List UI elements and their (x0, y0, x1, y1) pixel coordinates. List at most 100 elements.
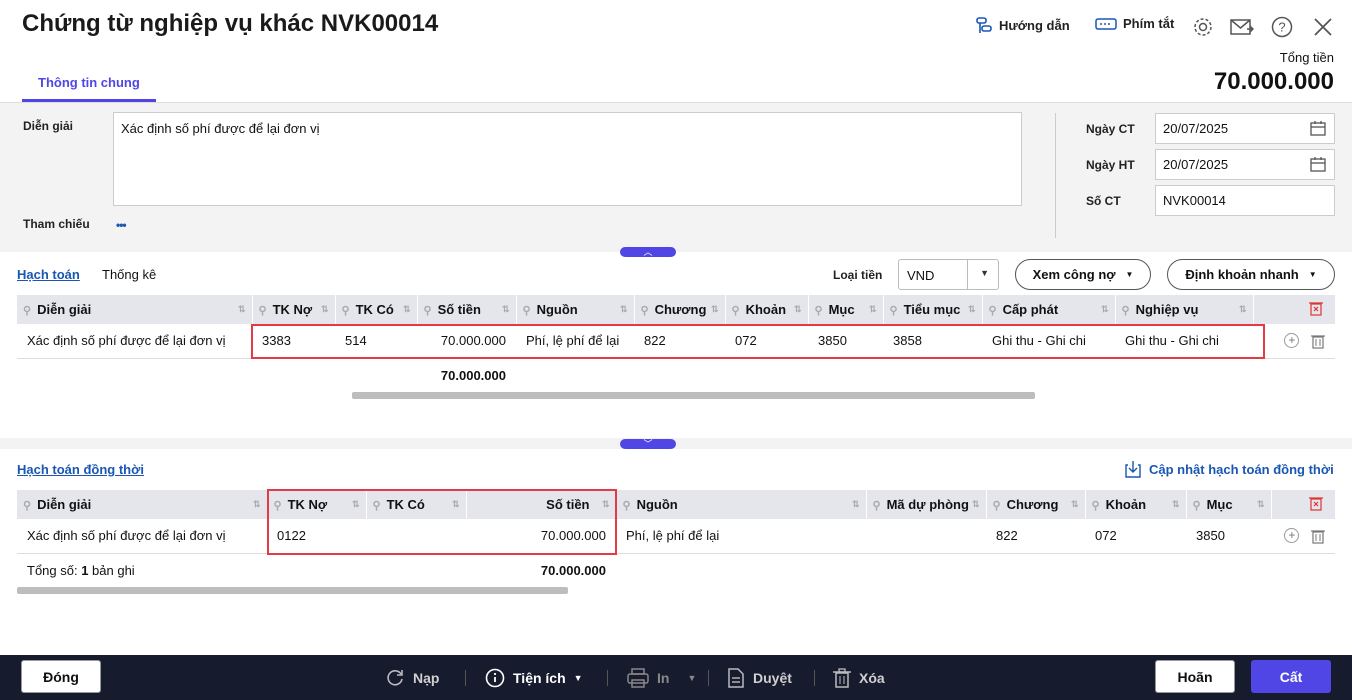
sort-icon: ⇅ (237, 304, 246, 314)
cell[interactable]: 3850 (1186, 519, 1271, 554)
debt-view-button[interactable]: Xem công nợ ▼ (1015, 259, 1151, 290)
summary-cell (17, 358, 252, 392)
update-concurrent-label: Cập nhật hạch toán đồng thời (1149, 461, 1334, 477)
post-date-value: 20/07/2025 (1163, 157, 1229, 172)
horizontal-scrollbar[interactable] (352, 392, 1035, 399)
document-icon (728, 668, 744, 688)
col-header[interactable]: ⚲ Mục ⇅ (808, 295, 884, 324)
tab-stats[interactable]: Thống kê (102, 267, 156, 282)
cell[interactable] (866, 519, 986, 554)
pin-icon: ⚲ (1091, 500, 1100, 512)
mail-icon[interactable] (1229, 14, 1255, 40)
chevron-down-icon: ﹀ (643, 439, 653, 449)
currency-select[interactable]: VND ▼ (898, 259, 999, 290)
approve-button[interactable]: Duyệt (727, 668, 792, 688)
cell[interactable]: Xác định số phí được để lại đơn vị (17, 324, 252, 359)
close-icon[interactable] (1310, 14, 1336, 40)
col-header[interactable]: ⚲ Mục ⇅ (1186, 490, 1272, 519)
sort-icon: ⇅ (402, 304, 411, 314)
description-field[interactable]: Xác định số phí được để lại đơn vị (113, 112, 1022, 206)
pin-icon: ⚲ (423, 305, 432, 317)
col-header[interactable]: ⚲ Tiểu mục ⇅ (883, 295, 983, 324)
doc-date-field[interactable]: 20/07/2025 (1155, 113, 1335, 144)
sort-icon: ⇅ (851, 499, 860, 509)
tab-accounting[interactable]: Hạch toán (17, 267, 80, 282)
delete-all-icon[interactable] (1253, 295, 1336, 324)
tab-general-info[interactable]: Thông tin chung (22, 75, 156, 102)
total-label: Tổng tiền (1279, 50, 1334, 65)
separator (708, 670, 709, 686)
post-date-label: Ngày HT (1086, 158, 1135, 172)
pin-icon: ⚲ (23, 305, 32, 317)
trash-icon[interactable] (1311, 333, 1325, 349)
concurrent-accounting-title[interactable]: Hạch toán đồng thời (17, 462, 144, 477)
separator (814, 670, 815, 686)
approve-label: Duyệt (753, 670, 792, 686)
trash-icon[interactable] (1311, 528, 1325, 544)
cell[interactable]: 822 (986, 519, 1085, 554)
table-row[interactable]: Xác định số phí được để lại đơn vị 0122 … (17, 519, 1335, 554)
add-row-icon[interactable]: + (1284, 528, 1300, 544)
calendar-icon[interactable] (1310, 120, 1326, 136)
col-header[interactable]: ⚲ Số tiền ⇅ (417, 295, 517, 324)
shortcut-label: Phím tắt (1123, 16, 1175, 31)
col-header[interactable]: ⚲ Chương ⇅ (634, 295, 726, 324)
settings-icon[interactable] (1190, 14, 1216, 40)
col-header[interactable]: ⚲ Mã dự phòng ⇅ (866, 490, 987, 519)
currency-value: VND (907, 268, 935, 283)
collapse-up-button[interactable]: ︿ (620, 247, 676, 257)
row-actions: + (1271, 519, 1335, 554)
pin-icon: ⚲ (988, 305, 997, 317)
record-count: Tổng số: 1 bản ghi (17, 553, 466, 587)
post-date-field[interactable]: 20/07/2025 (1155, 149, 1335, 180)
utilities-button[interactable]: Tiện ích ▼ (485, 668, 583, 688)
col-header[interactable]: ⚲ Nghiệp vụ ⇅ (1115, 295, 1254, 324)
doc-no-field[interactable]: NVK00014 (1155, 185, 1335, 216)
debt-view-label: Xem công nợ (1032, 267, 1116, 282)
cell[interactable]: Phí, lệ phí để lại (616, 519, 866, 554)
utilities-label: Tiện ích (513, 670, 566, 686)
separator (465, 670, 466, 686)
reference-more-button[interactable]: ••• (116, 218, 127, 232)
keyboard-icon (1095, 17, 1117, 30)
delete-all-icon[interactable] (1271, 490, 1336, 519)
update-concurrent-link[interactable]: Cập nhật hạch toán đồng thời (1125, 460, 1334, 478)
pin-icon: ⚲ (522, 305, 531, 317)
col-header[interactable]: ⚲ Nguồn ⇅ (516, 295, 635, 324)
save-button[interactable]: Cất (1251, 660, 1331, 693)
pin-icon: ⚲ (23, 500, 32, 512)
col-header[interactable]: ⚲ Nguồn ⇅ (616, 490, 867, 519)
calendar-icon[interactable] (1310, 156, 1326, 172)
sort-icon: ⇅ (1256, 499, 1265, 509)
quick-entry-button[interactable]: Định khoản nhanh ▼ (1167, 259, 1335, 290)
pin-icon: ⚲ (731, 305, 740, 317)
help-icon[interactable]: ? (1269, 14, 1295, 40)
divider (1055, 113, 1056, 238)
chevron-down-icon: ▼ (980, 268, 989, 278)
shortcut-button[interactable]: Phím tắt (1095, 16, 1174, 31)
col-header[interactable]: ⚲ Diễn giải ⇅ (17, 490, 268, 519)
add-row-icon[interactable]: + (1284, 333, 1300, 349)
cell[interactable]: Xác định số phí được để lại đơn vị (17, 519, 267, 554)
col-header[interactable]: ⚲ Diễn giải ⇅ (17, 295, 253, 324)
delete-label: Xóa (859, 670, 885, 686)
close-button[interactable]: Đóng (21, 660, 101, 693)
guide-button[interactable]: Hướng dẫn (975, 16, 1070, 34)
cell[interactable]: 072 (1085, 519, 1186, 554)
print-button[interactable]: In ▼ (627, 668, 696, 688)
reload-button[interactable]: Nạp (385, 668, 439, 688)
pin-icon: ⚲ (992, 500, 1001, 512)
col-header[interactable]: ⚲ TK Nợ ⇅ (252, 295, 336, 324)
highlight-box (267, 489, 617, 555)
horizontal-scrollbar[interactable] (17, 587, 568, 594)
col-header[interactable]: ⚲ TK Có ⇅ (335, 295, 418, 324)
sort-icon: ⇅ (252, 499, 261, 509)
col-header[interactable]: ⚲ Khoản ⇅ (725, 295, 809, 324)
col-header[interactable]: ⚲ Khoản ⇅ (1085, 490, 1187, 519)
col-header[interactable]: ⚲ Cấp phát ⇅ (982, 295, 1116, 324)
col-header[interactable]: ⚲ Chương ⇅ (986, 490, 1086, 519)
delete-button[interactable]: Xóa (833, 668, 885, 688)
pin-icon: ⚲ (889, 305, 898, 317)
expand-down-button[interactable]: ﹀ (620, 439, 676, 449)
cancel-button[interactable]: Hoãn (1155, 660, 1235, 693)
